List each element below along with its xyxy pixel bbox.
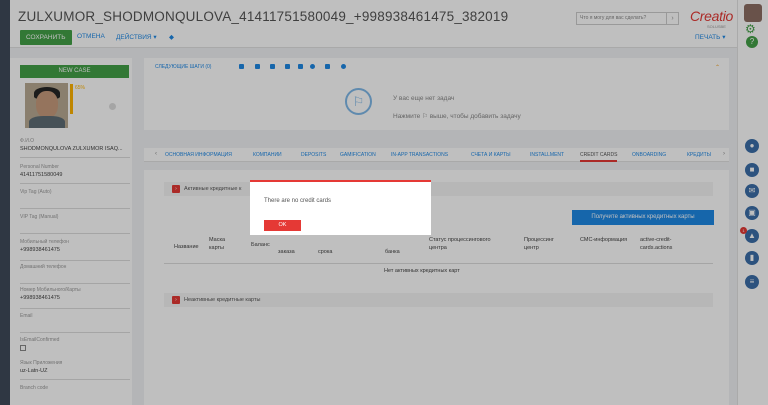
app-window: ZULXUMOR_SHODMONQULOVA_41411751580049_+9… bbox=[0, 0, 768, 405]
ok-button[interactable]: OK bbox=[264, 220, 301, 231]
alert-dialog: There are no credit cards OK bbox=[250, 180, 431, 235]
dialog-message: There are no credit cards bbox=[264, 198, 332, 204]
